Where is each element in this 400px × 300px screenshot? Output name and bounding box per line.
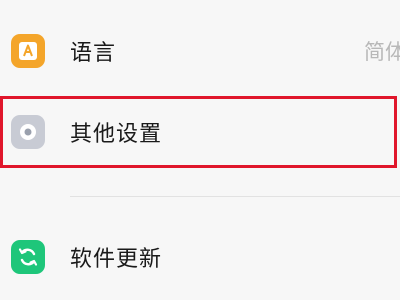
software-update-label: 软件更新 (70, 247, 163, 272)
other-settings-icon (11, 115, 45, 149)
settings-item-other-settings[interactable]: 其他设置 (0, 96, 400, 168)
language-label: 语言 (70, 41, 117, 66)
settings-item-software-update[interactable]: 软件更新 (0, 222, 400, 292)
language-icon (11, 34, 45, 68)
software-update-icon (11, 240, 45, 274)
settings-screen: 语言 简体 其他设置 软件更新 (0, 0, 400, 300)
section-divider (70, 196, 400, 197)
other-settings-label: 其他设置 (70, 122, 163, 147)
language-value: 简体 (364, 40, 400, 64)
settings-item-language[interactable]: 语言 简体 (0, 16, 400, 86)
